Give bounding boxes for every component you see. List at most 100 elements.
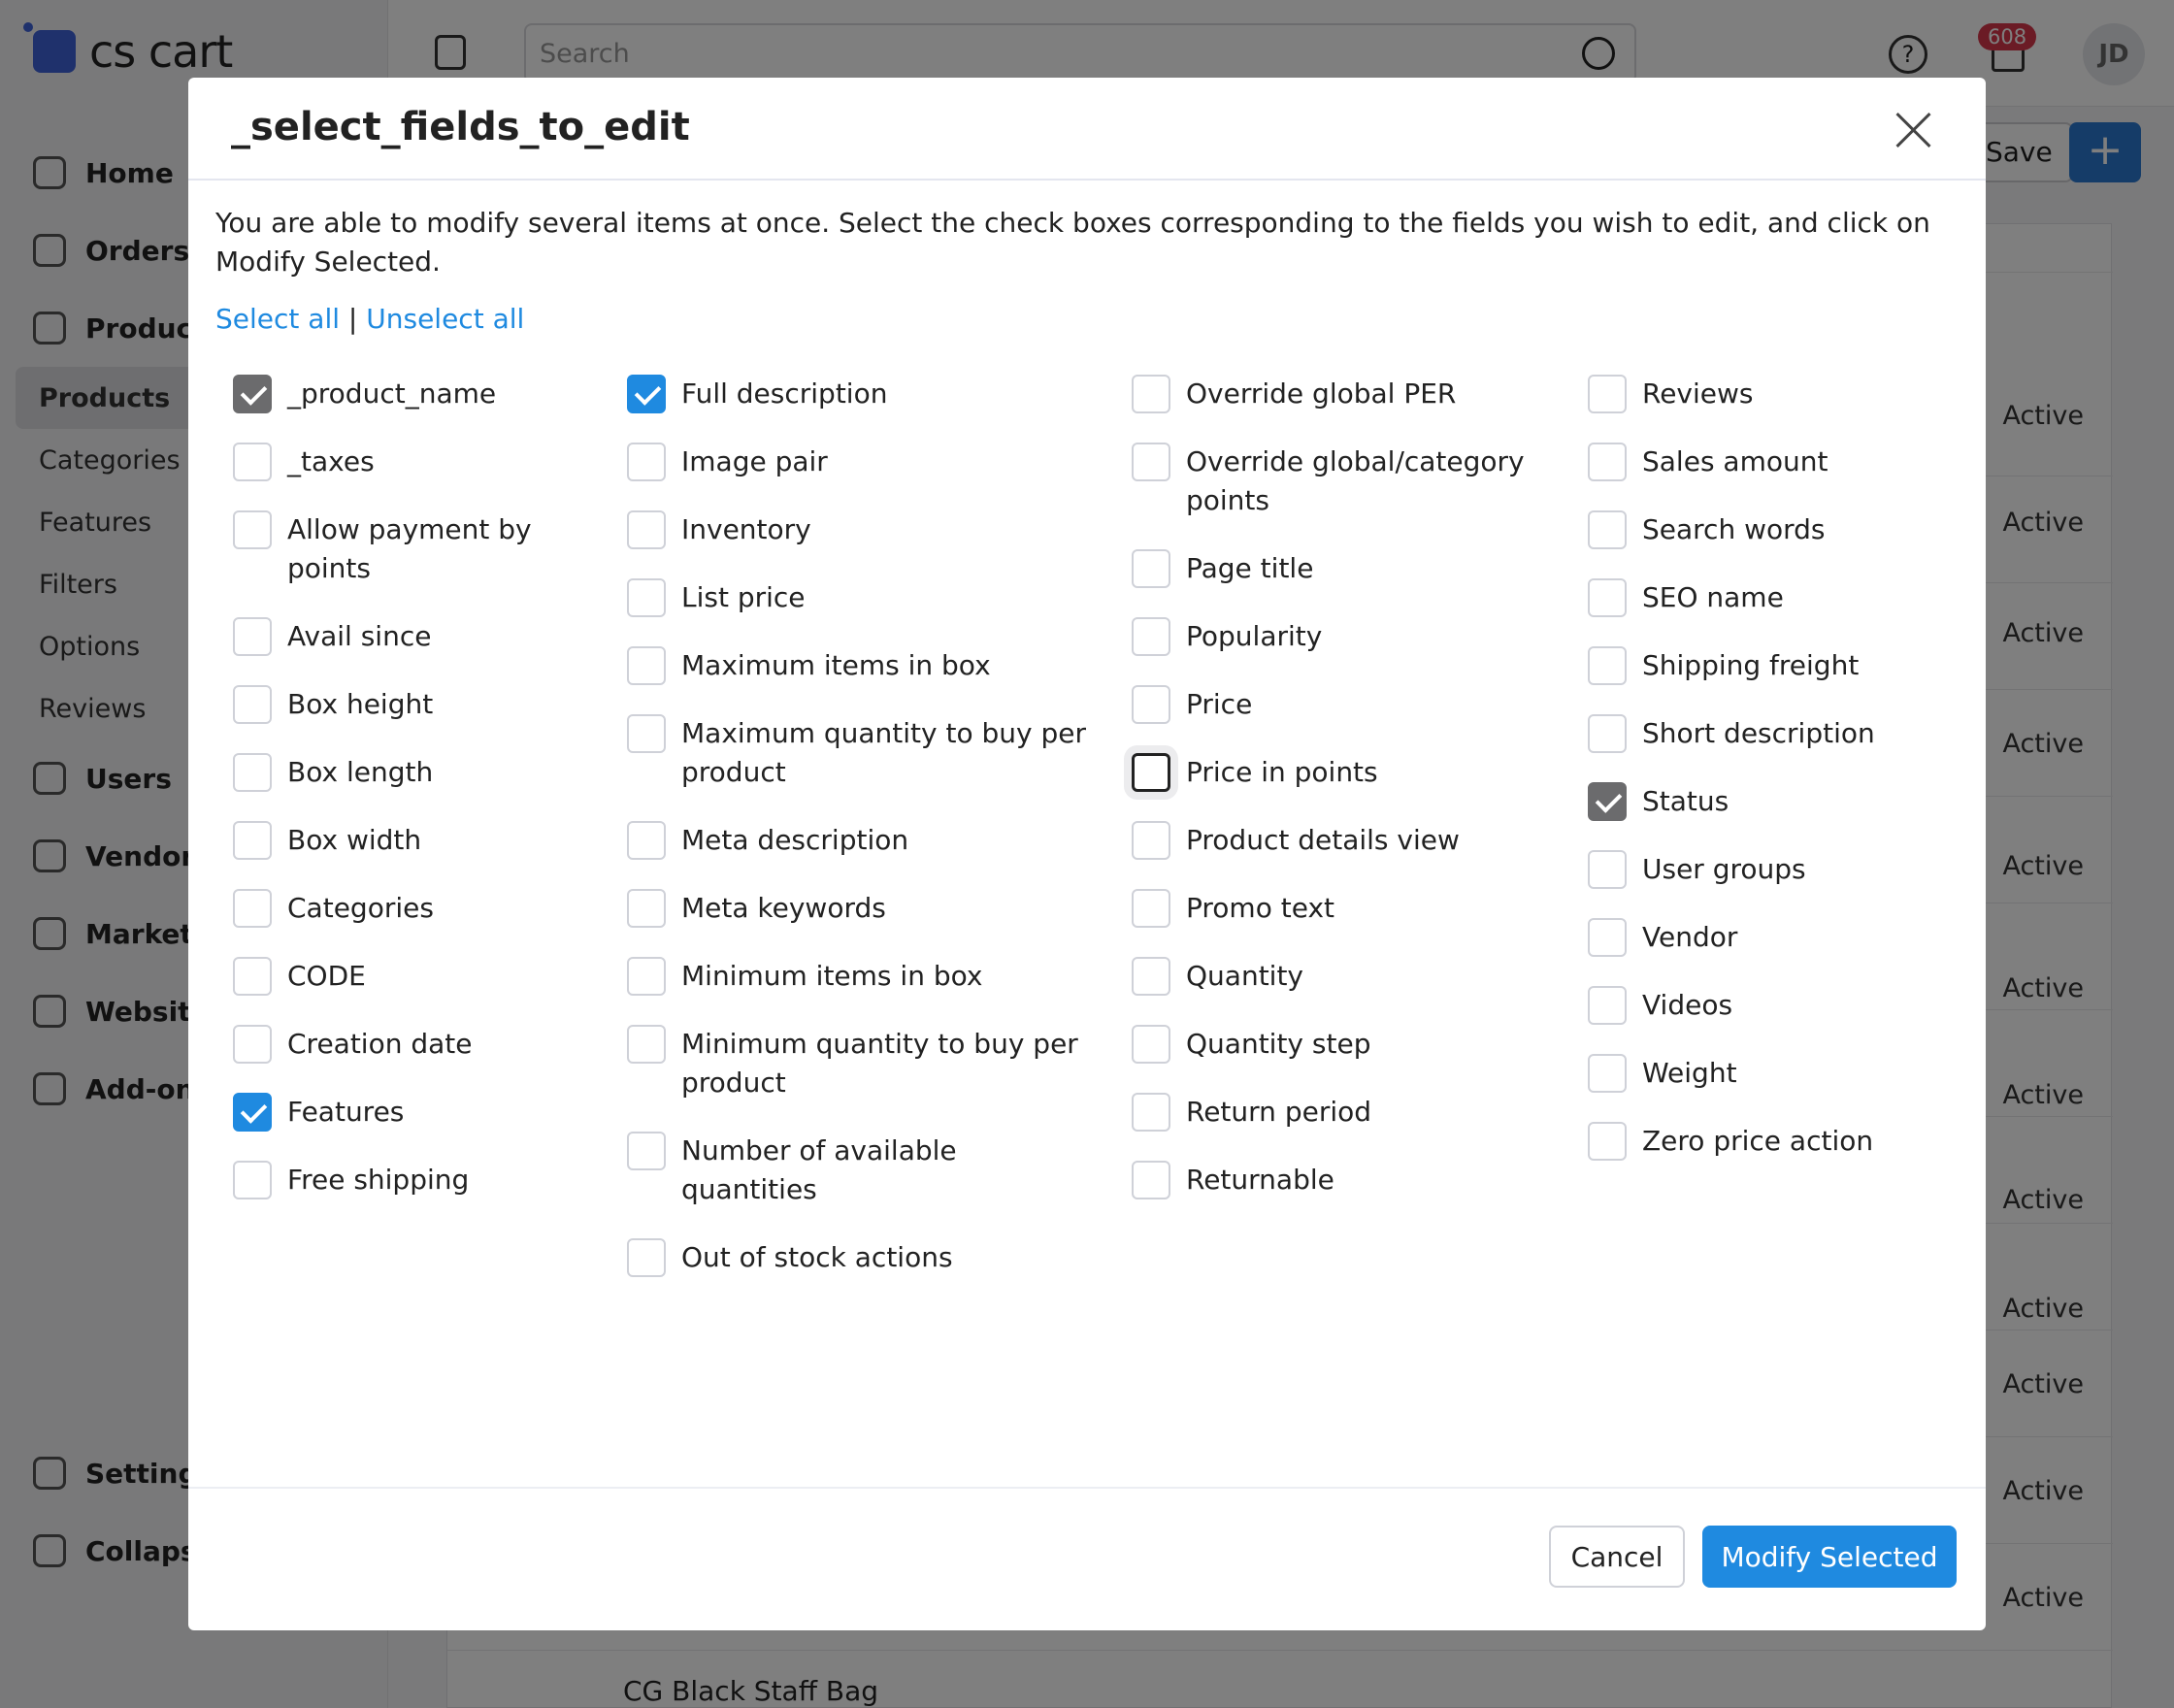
field-checkbox[interactable] <box>1588 1054 1627 1093</box>
field-option-videos[interactable]: Videos <box>1588 986 1957 1025</box>
field-option-full-description[interactable]: Full description <box>627 375 1093 413</box>
field-checkbox[interactable] <box>627 578 666 617</box>
field-checkbox[interactable] <box>1132 443 1170 481</box>
field-option-reviews[interactable]: Reviews <box>1588 375 1957 413</box>
field-checkbox[interactable] <box>233 443 272 481</box>
field-checkbox[interactable] <box>1588 375 1627 413</box>
field-checkbox[interactable] <box>1132 617 1170 656</box>
field-option-shipping-freight[interactable]: Shipping freight <box>1588 646 1957 685</box>
field-checkbox[interactable] <box>627 443 666 481</box>
field-option-features[interactable]: Features <box>233 1093 602 1132</box>
field-checkbox[interactable] <box>233 685 272 724</box>
field-checkbox[interactable] <box>233 889 272 928</box>
field-checkbox[interactable] <box>627 889 666 928</box>
select-all-link[interactable]: Select all <box>215 303 340 335</box>
cancel-button[interactable]: Cancel <box>1549 1526 1685 1588</box>
field-option-user-groups[interactable]: User groups <box>1588 850 1957 889</box>
field-checkbox[interactable] <box>627 714 666 753</box>
field-checkbox[interactable] <box>1132 889 1170 928</box>
field-option-out-of-stock-actions[interactable]: Out of stock actions <box>627 1238 1093 1277</box>
modify-selected-button[interactable]: Modify Selected <box>1702 1526 1957 1588</box>
field-option-status[interactable]: Status <box>1588 782 1957 821</box>
field-option-box-width[interactable]: Box width <box>233 821 602 860</box>
unselect-all-link[interactable]: Unselect all <box>366 303 524 335</box>
field-option-taxes[interactable]: _taxes <box>233 443 602 481</box>
field-option-box-length[interactable]: Box length <box>233 753 602 792</box>
field-checkbox[interactable] <box>1588 918 1627 957</box>
field-option-product-name[interactable]: _product_name <box>233 375 602 413</box>
field-option-list-price[interactable]: List price <box>627 578 1093 617</box>
field-option-weight[interactable]: Weight <box>1588 1054 1957 1093</box>
field-option-promo-text[interactable]: Promo text <box>1132 889 1539 928</box>
field-option-seo-name[interactable]: SEO name <box>1588 578 1957 617</box>
field-option-sales-amount[interactable]: Sales amount <box>1588 443 1957 481</box>
field-checkbox[interactable] <box>627 375 666 413</box>
field-checkbox[interactable] <box>233 957 272 996</box>
field-option-creation-date[interactable]: Creation date <box>233 1025 602 1064</box>
field-option-quantity[interactable]: Quantity <box>1132 957 1539 996</box>
field-checkbox[interactable] <box>627 957 666 996</box>
field-option-zero-price-action[interactable]: Zero price action <box>1588 1122 1957 1161</box>
field-option-vendor[interactable]: Vendor <box>1588 918 1957 957</box>
field-checkbox[interactable] <box>627 1132 666 1170</box>
field-checkbox[interactable] <box>233 1161 272 1199</box>
field-option-quantity-step[interactable]: Quantity step <box>1132 1025 1539 1064</box>
field-option-override-global-category-points[interactable]: Override global/category points <box>1132 443 1539 520</box>
field-checkbox[interactable] <box>233 1093 272 1132</box>
field-checkbox[interactable] <box>1132 957 1170 996</box>
field-checkbox[interactable] <box>1588 850 1627 889</box>
field-option-meta-keywords[interactable]: Meta keywords <box>627 889 1093 928</box>
field-option-search-words[interactable]: Search words <box>1588 510 1957 549</box>
field-checkbox[interactable] <box>1132 549 1170 588</box>
field-checkbox[interactable] <box>1132 685 1170 724</box>
close-icon[interactable] <box>1894 111 1933 149</box>
field-option-maximum-quantity-to-buy-per-product[interactable]: Maximum quantity to buy per product <box>627 714 1093 792</box>
field-checkbox[interactable] <box>233 821 272 860</box>
field-option-returnable[interactable]: Returnable <box>1132 1161 1539 1199</box>
field-option-categories[interactable]: Categories <box>233 889 602 928</box>
field-checkbox[interactable] <box>233 617 272 656</box>
field-checkbox[interactable] <box>627 646 666 685</box>
field-checkbox[interactable] <box>1132 1093 1170 1132</box>
field-option-avail-since[interactable]: Avail since <box>233 617 602 656</box>
field-option-popularity[interactable]: Popularity <box>1132 617 1539 656</box>
field-checkbox[interactable] <box>233 753 272 792</box>
field-option-image-pair[interactable]: Image pair <box>627 443 1093 481</box>
field-option-return-period[interactable]: Return period <box>1132 1093 1539 1132</box>
field-checkbox[interactable] <box>1132 1161 1170 1199</box>
field-checkbox[interactable] <box>1588 986 1627 1025</box>
field-option-product-details-view[interactable]: Product details view <box>1132 821 1539 860</box>
field-option-allow-payment-by-points[interactable]: Allow payment by points <box>233 510 602 588</box>
field-checkbox[interactable] <box>1588 443 1627 481</box>
field-option-page-title[interactable]: Page title <box>1132 549 1539 588</box>
field-checkbox[interactable] <box>1132 1025 1170 1064</box>
field-checkbox[interactable] <box>1588 714 1627 753</box>
field-checkbox[interactable] <box>627 510 666 549</box>
field-option-number-of-available-quantities[interactable]: Number of available quantities <box>627 1132 1093 1209</box>
field-checkbox[interactable] <box>1132 753 1170 792</box>
field-checkbox[interactable] <box>1132 821 1170 860</box>
field-checkbox[interactable] <box>233 375 272 413</box>
field-option-box-height[interactable]: Box height <box>233 685 602 724</box>
field-checkbox[interactable] <box>233 510 272 549</box>
field-checkbox[interactable] <box>1588 782 1627 821</box>
field-checkbox[interactable] <box>627 1238 666 1277</box>
field-option-free-shipping[interactable]: Free shipping <box>233 1161 602 1199</box>
field-option-price-in-points[interactable]: Price in points <box>1132 753 1539 792</box>
field-option-override-global-per[interactable]: Override global PER <box>1132 375 1539 413</box>
field-option-minimum-items-in-box[interactable]: Minimum items in box <box>627 957 1093 996</box>
field-checkbox[interactable] <box>627 821 666 860</box>
field-checkbox[interactable] <box>1588 578 1627 617</box>
field-option-meta-description[interactable]: Meta description <box>627 821 1093 860</box>
field-checkbox[interactable] <box>627 1025 666 1064</box>
field-checkbox[interactable] <box>1588 1122 1627 1161</box>
field-option-price[interactable]: Price <box>1132 685 1539 724</box>
field-checkbox[interactable] <box>1588 646 1627 685</box>
field-option-maximum-items-in-box[interactable]: Maximum items in box <box>627 646 1093 685</box>
field-option-inventory[interactable]: Inventory <box>627 510 1093 549</box>
field-checkbox[interactable] <box>233 1025 272 1064</box>
field-option-code[interactable]: CODE <box>233 957 602 996</box>
field-checkbox[interactable] <box>1132 375 1170 413</box>
field-checkbox[interactable] <box>1588 510 1627 549</box>
field-option-minimum-quantity-to-buy-per-product[interactable]: Minimum quantity to buy per product <box>627 1025 1093 1102</box>
